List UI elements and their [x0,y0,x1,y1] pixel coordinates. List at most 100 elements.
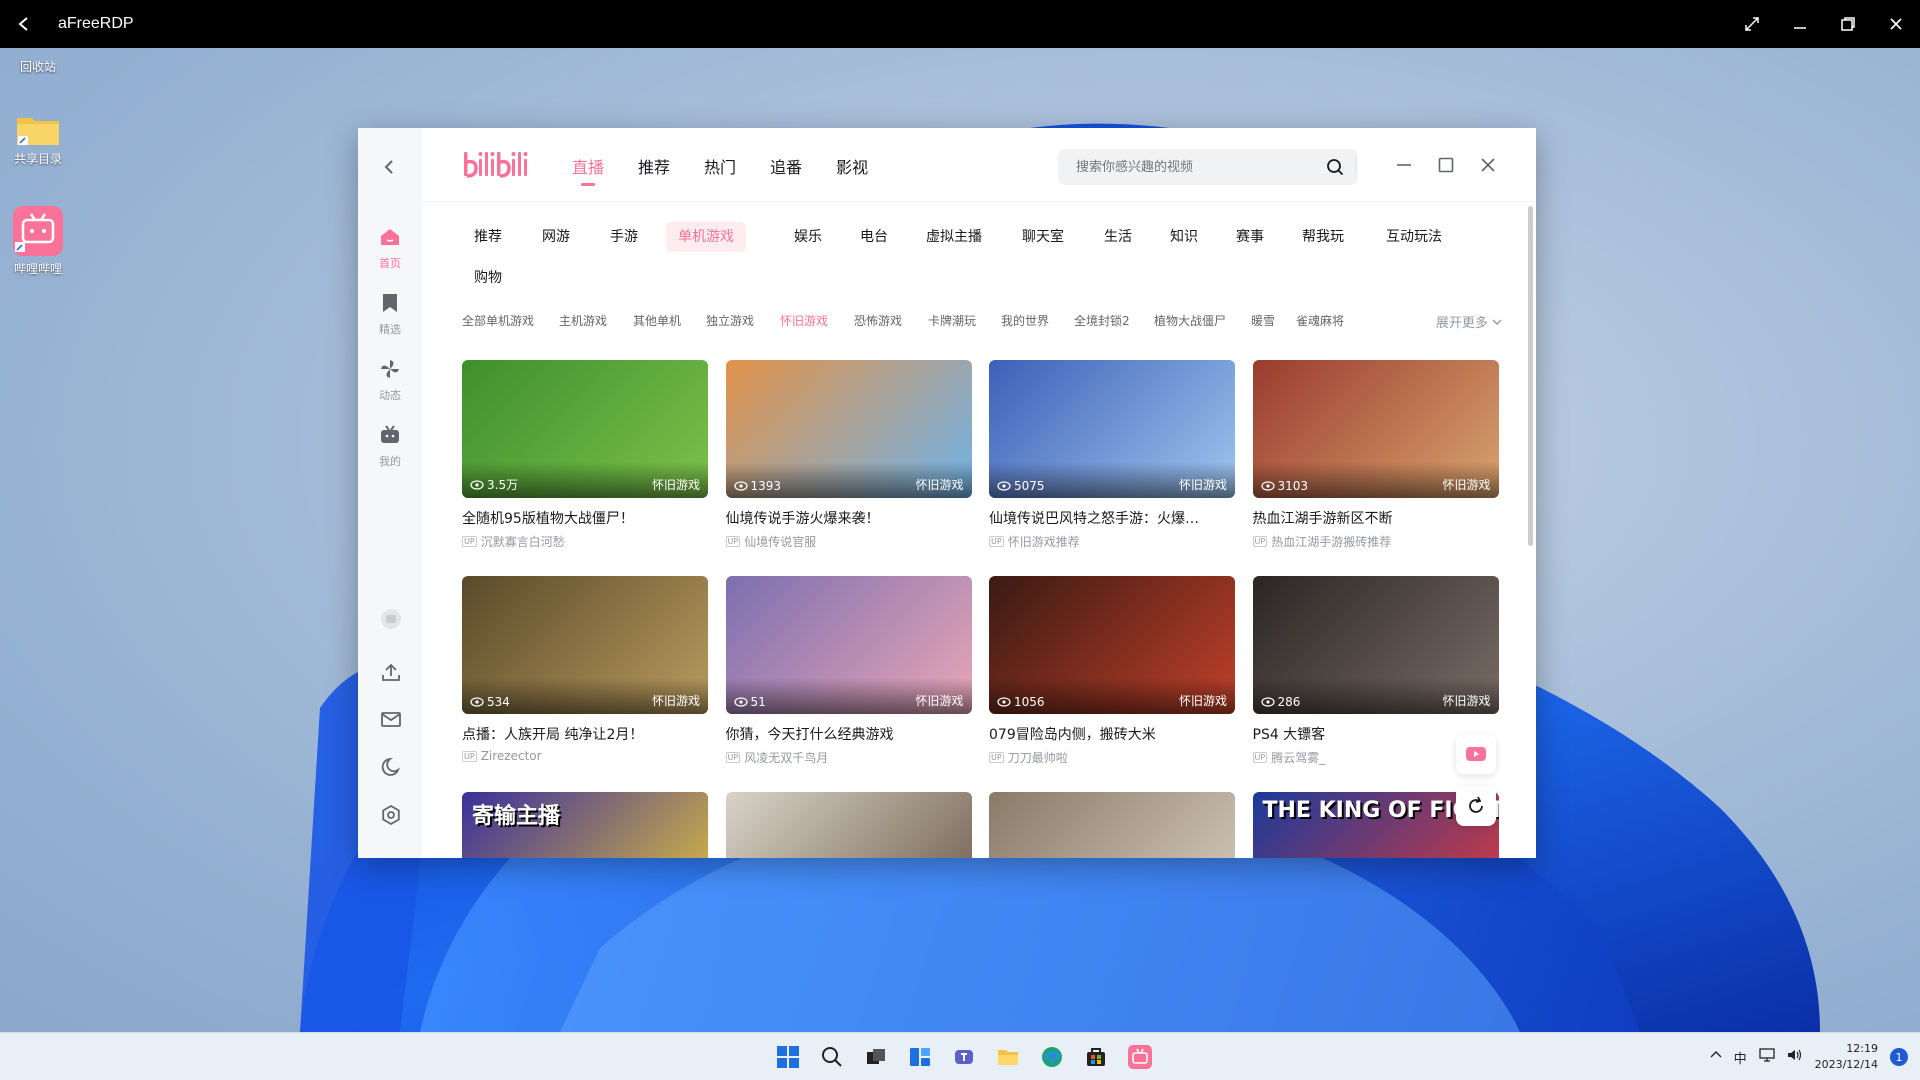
network-icon[interactable] [1758,1048,1775,1066]
subcategory-link-active[interactable]: 怀旧游戏 [780,312,828,329]
video-owner[interactable]: UP Zirezector [462,749,708,763]
category-tab[interactable]: 电台 [848,222,900,252]
maximize-icon[interactable] [1434,153,1458,177]
video-title[interactable]: 你猜，今天打什么经典游戏 [726,724,972,744]
category-tab[interactable]: 聊天室 [1010,222,1076,252]
video-thumbnail[interactable]: 1056 怀旧游戏 [989,576,1235,714]
settings-icon[interactable] [380,804,402,830]
minimize-icon[interactable] [1392,153,1416,177]
category-tab[interactable]: 虚拟主播 [914,222,994,252]
category-tab[interactable]: 手游 [598,222,650,252]
category-tab[interactable]: 娱乐 [782,222,834,252]
video-card[interactable]: 寄输主播 [462,792,708,858]
subcategory-link[interactable]: 植物大战僵尸 [1154,312,1226,329]
edge-browser-icon[interactable] [1030,1039,1074,1075]
desktop-icon-recycle-bin[interactable]: 回收站 [0,54,76,75]
refresh-button[interactable] [1456,786,1496,826]
avatar-icon[interactable] [380,608,402,634]
video-thumbnail[interactable] [989,792,1235,858]
video-thumbnail[interactable]: 3103 怀旧游戏 [1252,360,1499,498]
subcategory-link[interactable]: 主机游戏 [559,312,607,329]
scrollbar[interactable] [1528,206,1533,546]
video-card[interactable]: 1393 怀旧游戏仙境传说手游火爆来袭！ UP 仙境传说官服 [725,360,972,550]
notification-badge[interactable]: 1 [1890,1048,1908,1066]
search-input[interactable] [1058,149,1308,185]
video-thumbnail[interactable]: 534 怀旧游戏 [462,576,708,714]
category-tab[interactable]: 互动玩法 [1374,222,1454,252]
subcategory-link[interactable]: 我的世界 [1001,312,1049,329]
subcategory-link[interactable]: 恐怖游戏 [854,312,902,329]
nav-tab-hot[interactable]: 热门 [704,154,736,184]
subcategory-link[interactable]: 卡牌潮玩 [928,312,976,329]
video-owner[interactable]: UP 风凌无双千鸟月 [725,749,972,766]
video-card[interactable] [989,792,1235,858]
nav-tab-live[interactable]: 直播 [572,154,604,186]
search-icon[interactable] [1326,158,1344,180]
widgets-icon[interactable] [898,1039,942,1075]
bilibili-logo[interactable] [462,146,534,186]
mail-icon[interactable] [380,708,402,734]
sidebar-item-home[interactable]: 首页 [358,226,422,271]
category-tab[interactable]: 赛事 [1224,222,1276,252]
video-owner[interactable]: UP 刀刀最帅啦 [989,749,1235,766]
category-tab[interactable]: 购物 [462,263,514,293]
video-title[interactable]: 仙境传说手游火爆来袭！ [726,508,972,528]
volume-icon[interactable] [1787,1048,1803,1066]
video-card[interactable]: 51 怀旧游戏你猜，今天打什么经典游戏 UP 风凌无双千鸟月 [725,576,972,766]
minimize-icon[interactable] [1776,0,1824,48]
category-tab[interactable]: 帮我玩 [1290,222,1356,252]
expand-more-button[interactable]: 展开更多 [1436,312,1502,331]
video-card[interactable]: 5075 怀旧游戏仙境传说巴风特之怒手游：火爆… UP 怀旧游戏推荐 [989,360,1235,550]
video-thumbnail[interactable]: 51 怀旧游戏 [725,576,972,714]
video-card[interactable]: 3103 怀旧游戏热血江湖手游新区不断 UP 热血江湖手游搬砖推荐 [1252,360,1499,550]
subcategory-link[interactable]: 其他单机 [633,312,681,329]
nav-tab-recommend[interactable]: 推荐 [638,154,670,184]
subcategory-link[interactable]: 暖雪 [1251,312,1275,329]
nav-tab-movies[interactable]: 影视 [836,154,868,184]
video-card[interactable]: 3.5万 怀旧游戏 全随机95版植物大战僵尸！ UP 沉默寡言白河愁 [462,360,708,550]
ime-indicator[interactable]: 中 [1734,1048,1747,1067]
task-view-icon[interactable] [854,1039,898,1075]
subcategory-link[interactable]: 全境封锁2 [1074,312,1130,329]
video-owner[interactable]: UP 仙境传说官服 [725,533,972,550]
desktop-icon-bilibili[interactable]: 哔哩哔哩 [0,206,76,277]
video-thumbnail[interactable]: 3.5万 怀旧游戏 [462,360,708,498]
search-icon[interactable] [810,1039,854,1075]
video-title[interactable]: 热血江湖手游新区不断 [1253,508,1499,528]
restore-icon[interactable] [1824,0,1872,48]
video-title[interactable]: 全随机95版植物大战僵尸！ [462,508,708,528]
category-tab-active[interactable]: 单机游戏 [666,222,746,252]
video-card[interactable]: 1056 怀旧游戏 079冒险岛内侧，搬砖大米 UP 刀刀最帅啦 [989,576,1235,766]
video-title[interactable]: 点播：人族开局 纯净让2月！ [462,724,708,744]
subcategory-link[interactable]: 雀魂麻将 [1296,312,1344,329]
video-thumbnail[interactable]: 寄输主播 [462,792,708,858]
video-owner[interactable]: UP 热血江湖手游搬砖推荐 [1252,533,1499,550]
sidebar-item-featured[interactable]: 精选 [358,292,422,337]
teams-chat-icon[interactable] [942,1039,986,1075]
desktop-icon-shared-folder[interactable]: 共享目录 [0,112,76,167]
category-tab[interactable]: 知识 [1158,222,1210,252]
back-icon[interactable] [380,158,398,180]
upload-icon[interactable] [380,661,402,687]
close-icon[interactable] [1872,0,1920,48]
subcategory-link[interactable]: 全部单机游戏 [462,312,534,329]
video-thumbnail[interactable] [725,792,972,858]
category-tab[interactable]: 推荐 [462,222,514,252]
history-icon[interactable] [380,756,402,782]
clock[interactable]: 12:19 2023/12/14 [1815,1041,1878,1073]
video-title[interactable]: 仙境传说巴风特之怒手游：火爆… [989,508,1235,528]
fullscreen-icon[interactable] [1728,0,1776,48]
video-card[interactable] [725,792,972,858]
store-icon[interactable] [1074,1039,1118,1075]
video-owner[interactable]: UP 怀旧游戏推荐 [989,533,1235,550]
subcategory-link[interactable]: 独立游戏 [706,312,754,329]
sidebar-item-dynamic[interactable]: 动态 [358,358,422,403]
video-thumbnail[interactable]: 1393 怀旧游戏 [725,360,972,498]
chevron-up-icon[interactable] [1710,1049,1722,1065]
file-explorer-icon[interactable] [986,1039,1030,1075]
nav-tab-anime[interactable]: 追番 [770,154,802,184]
category-tab[interactable]: 生活 [1092,222,1144,252]
live-broadcast-button[interactable] [1456,734,1496,774]
video-thumbnail[interactable]: 5075 怀旧游戏 [989,360,1235,498]
video-card[interactable]: 534 怀旧游戏点播：人族开局 纯净让2月！ UP Zirezector [462,576,708,763]
